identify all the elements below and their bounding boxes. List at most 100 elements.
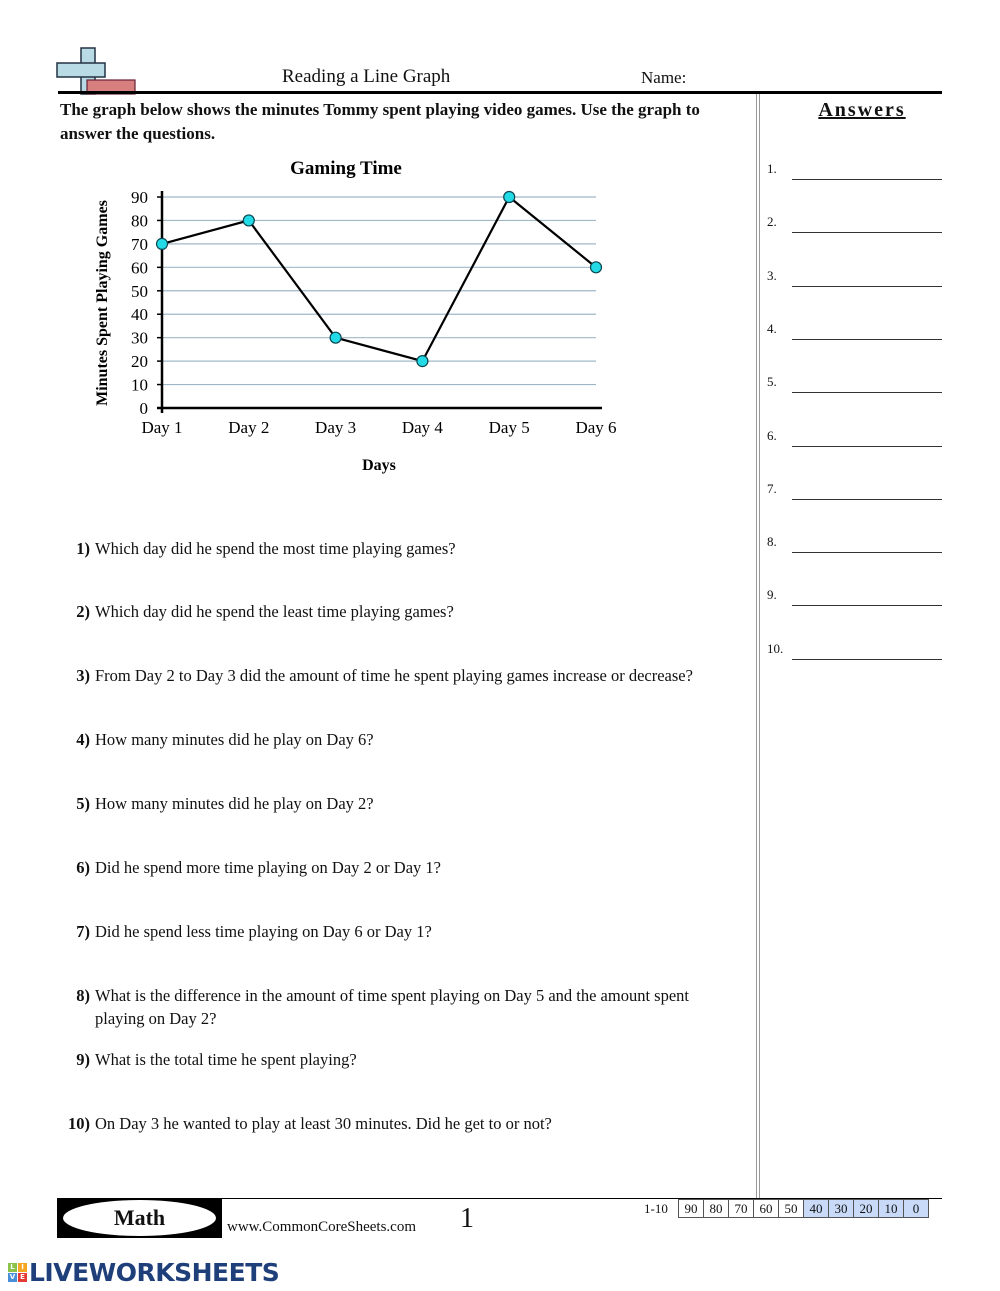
question-item: 8) What is the difference in the amount o… [60, 984, 730, 1030]
answer-number: 8. [767, 534, 777, 550]
site-url: www.CommonCoreSheets.com [227, 1219, 417, 1235]
y-tick-label: 10 [131, 376, 148, 395]
instructions: The graph below shows the minutes Tommy … [60, 100, 700, 143]
answer-number: 6. [767, 427, 777, 443]
x-tick-label: Day 4 [402, 418, 444, 437]
score-cell: 20 [853, 1199, 879, 1218]
answer-blank[interactable] [792, 232, 942, 234]
answer-blank[interactable] [792, 605, 942, 607]
question-text: How many minutes did he play on Day 6? [95, 730, 374, 749]
column-divider [756, 94, 760, 1198]
logo-letter-block: V [8, 1272, 17, 1282]
answer-number: 2. [767, 214, 777, 230]
answer-number: 9. [767, 587, 777, 603]
answer-blank[interactable] [792, 658, 942, 660]
answer-blank[interactable] [792, 392, 942, 394]
question-item: 6) Did he spend more time playing on Day … [60, 856, 730, 879]
y-tick-label: 90 [131, 188, 148, 207]
data-point [329, 331, 342, 344]
data-point [416, 355, 429, 368]
logo-letter-block: E [18, 1272, 27, 1282]
score-cell: 40 [803, 1199, 829, 1218]
question-number: 9) [76, 1050, 90, 1069]
plus-minus-logo-icon [56, 47, 136, 95]
question-text: From Day 2 to Day 3 did the amount of ti… [95, 666, 693, 685]
answer-blank[interactable] [792, 285, 942, 287]
answer-blank[interactable] [792, 338, 942, 340]
answer-number: 5. [767, 374, 777, 390]
answer-row: 10. [767, 641, 942, 661]
score-cell: 0 [903, 1199, 929, 1218]
line-chart: Gaming Time Minutes Spent Playing Games … [94, 158, 617, 474]
question-number: 1) [76, 539, 90, 558]
question-text: Which day did he spend the least time pl… [95, 602, 454, 621]
answer-row: 7. [767, 481, 942, 501]
liveworksheets-logo: LIVE LIVEWORKSHEETS [8, 1258, 280, 1287]
answer-row: 3. [767, 268, 942, 288]
score-table: 90 80 70 60 50 40 30 20 10 0 [678, 1199, 929, 1218]
answer-number: 1. [767, 161, 777, 176]
worksheet-title: Reading a Line Graph [282, 66, 451, 87]
question-text: Did he spend more time playing on Day 2 … [95, 858, 441, 877]
question-item: 2) Which day did he spend the least time … [60, 600, 730, 623]
question-number: 4) [76, 730, 90, 749]
y-tick-label: 70 [131, 235, 148, 254]
answer-row: 2. [767, 214, 942, 234]
name-label: Name: [641, 68, 687, 87]
answer-row: 8. [767, 534, 942, 554]
score-cell: 60 [753, 1199, 779, 1218]
question-number: 8) [76, 986, 90, 1005]
y-tick-label: 0 [140, 399, 149, 418]
y-axis-label: Minutes Spent Playing Games [94, 200, 111, 406]
logo-letter-block: I [18, 1262, 27, 1272]
score-cell: 50 [778, 1199, 804, 1218]
y-tick-label: 80 [131, 211, 148, 230]
y-tick-label: 20 [131, 352, 148, 371]
question-item: 3) From Day 2 to Day 3 did the amount of … [60, 664, 730, 687]
question-item: 1) Which day did he spend the most time p… [60, 537, 730, 560]
question-text: On Day 3 he wanted to play at least 30 m… [95, 1114, 552, 1133]
question-text: Which day did he spend the most time pla… [95, 539, 456, 558]
score-cell: 10 [878, 1199, 904, 1218]
score-cell: 80 [703, 1199, 729, 1218]
data-point [242, 214, 255, 227]
answer-row: 9. [767, 587, 942, 607]
y-tick-label: 40 [131, 305, 148, 324]
series-line [161, 195, 597, 363]
header-divider [58, 91, 942, 94]
answer-blank[interactable] [792, 179, 942, 180]
answers-heading: Answers [818, 99, 906, 121]
chart-title: Gaming Time [290, 158, 402, 179]
question-number: 5) [76, 794, 90, 813]
answer-row: 5. [767, 374, 942, 394]
data-point [503, 190, 516, 204]
question-text: How many minutes did he play on Day 2? [95, 794, 374, 813]
data-point [155, 237, 169, 250]
question-item: 9) What is the total time he spent playin… [60, 1048, 730, 1071]
x-tick-label: Day 6 [575, 418, 616, 437]
answer-blank[interactable] [792, 498, 942, 500]
answer-blank[interactable] [792, 445, 942, 447]
x-axis-label: Days [362, 457, 396, 474]
page-number: 1 [460, 1203, 474, 1234]
answer-number: 4. [767, 320, 777, 336]
answer-row: 1. [767, 161, 942, 181]
answer-row: 6. [767, 428, 942, 448]
question-number: 7) [76, 922, 90, 941]
score-range-label: 1-10 [644, 1201, 668, 1216]
question-item: 5) How many minutes did he play on Day 2? [60, 792, 730, 815]
logo-letter-block: L [8, 1262, 17, 1272]
question-item: 10) On Day 3 he wanted to play at least 3… [60, 1112, 730, 1135]
y-tick-label: 50 [131, 282, 148, 301]
score-cell: 90 [678, 1199, 704, 1218]
answer-number: 10. [767, 640, 784, 656]
y-tick-label: 30 [131, 329, 148, 348]
question-item: 7) Did he spend less time playing on Day … [60, 920, 730, 943]
score-cell: 30 [828, 1199, 854, 1218]
x-tick-label: Day 1 [141, 418, 182, 437]
answer-blank[interactable] [792, 552, 942, 554]
answer-number: 7. [767, 480, 777, 496]
question-text: What is the difference in the amount of … [95, 986, 689, 1028]
x-tick-label: Day 2 [228, 418, 269, 437]
question-number: 6) [76, 858, 90, 877]
